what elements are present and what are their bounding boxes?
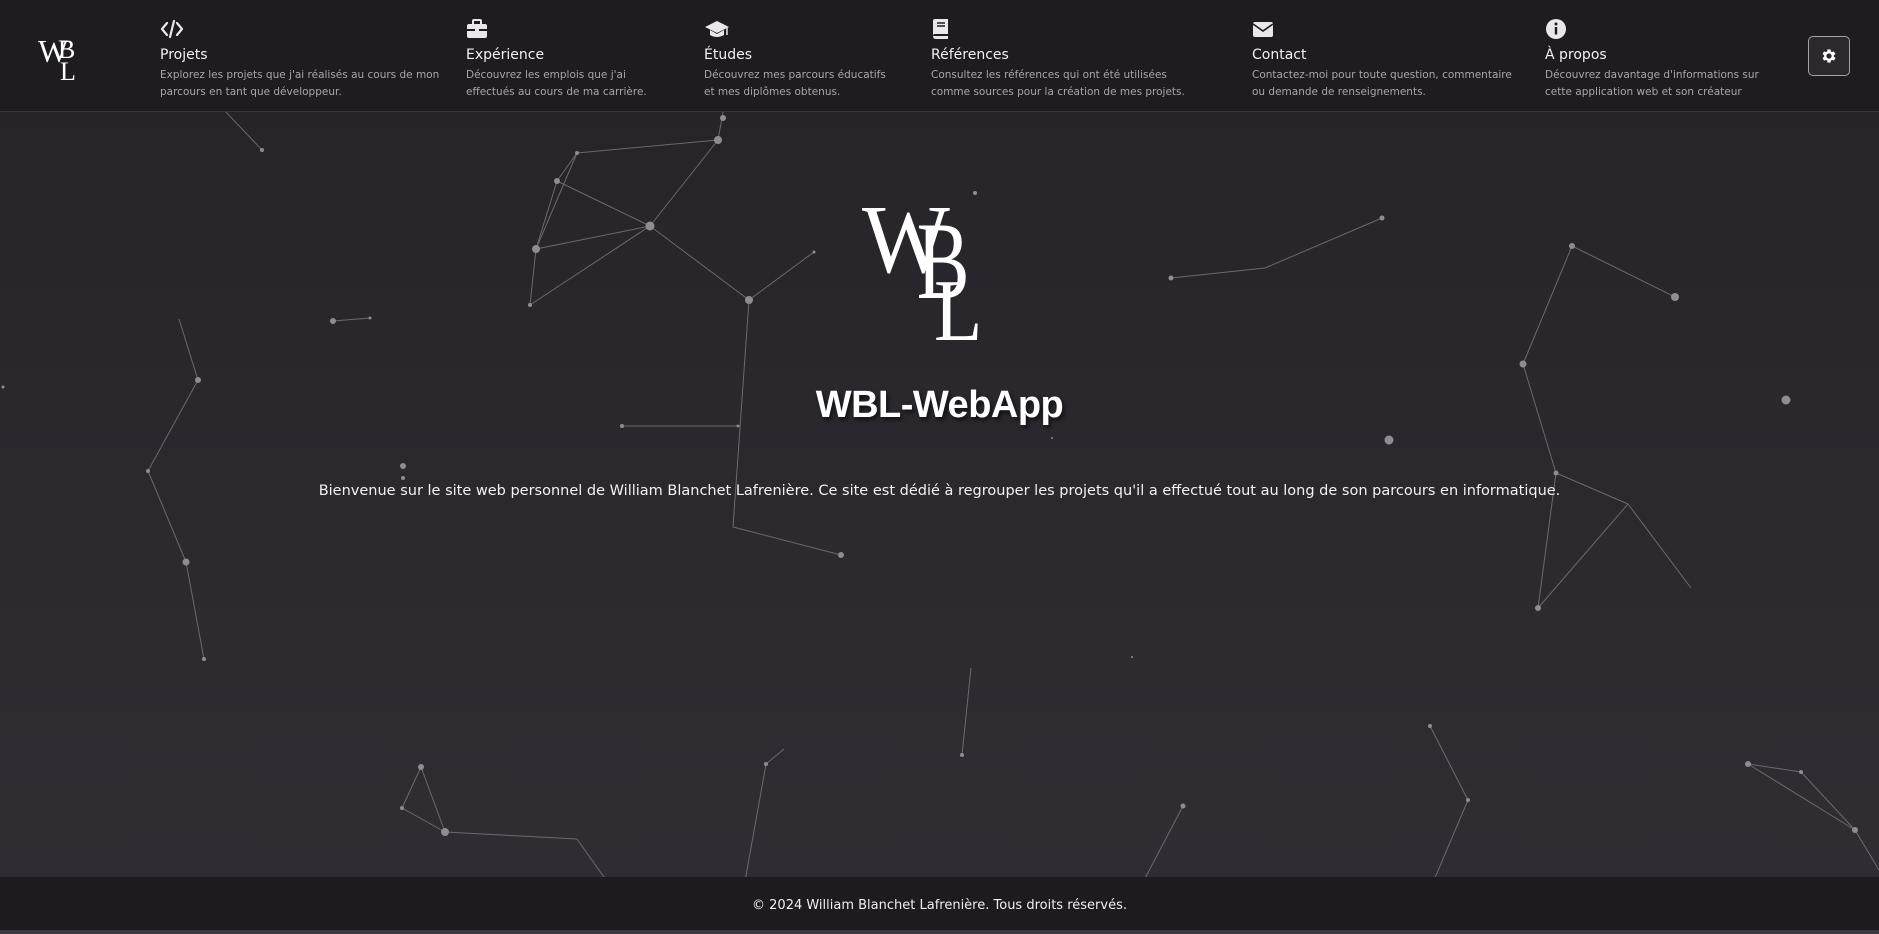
book-icon: [931, 18, 953, 40]
nav-item-references[interactable]: Références Consultez les références qui …: [931, 18, 1201, 101]
settings-button[interactable]: [1808, 36, 1850, 76]
code-icon: [160, 18, 184, 40]
nav-item-description: Découvrez les emplois que j'ai effectués…: [466, 69, 647, 98]
nav-item-title: Projets: [160, 47, 208, 63]
nav-item-experience[interactable]: Expérience Découvrez les emplois que j'a…: [466, 18, 666, 101]
wbl-logo-icon: W B L: [38, 33, 76, 86]
nav-item-projets[interactable]: Projets Explorez les projets que j'ai ré…: [160, 18, 450, 101]
info-circle-icon: [1545, 18, 1567, 40]
particle-network-background: [0, 0, 1879, 934]
bottom-edge: [0, 930, 1879, 934]
welcome-text: Bienvenue sur le site web personnel de W…: [318, 483, 1561, 499]
nav-item-description: Contactez-moi pour toute question, comme…: [1252, 69, 1512, 98]
svg-text:L: L: [934, 262, 982, 350]
top-navbar: W B L Projets Explorez les projets que j…: [0, 0, 1879, 112]
graduation-cap-icon: [704, 18, 729, 40]
nav-item-title: Expérience: [466, 47, 545, 63]
gear-icon: [1822, 49, 1836, 63]
nav-item-description: Découvrez mes parcours éducatifs et mes …: [704, 69, 886, 98]
footer: © 2024 William Blanchet Lafrenière. Tous…: [0, 877, 1879, 934]
nav-item-title: Références: [931, 47, 1009, 63]
nav-item-a-propos[interactable]: À propos Découvrez davantage d'informati…: [1545, 18, 1785, 101]
nav-item-title: Études: [704, 47, 753, 63]
copyright-text: © 2024 William Blanchet Lafrenière. Tous…: [752, 898, 1127, 913]
nav-item-contact[interactable]: Contact Contactez-moi pour toute questio…: [1252, 18, 1517, 101]
nav-item-description: Explorez les projets que j'ai réalisés a…: [160, 69, 440, 98]
envelope-icon: [1252, 18, 1274, 40]
nav-item-etudes[interactable]: Études Découvrez mes parcours éducatifs …: [704, 18, 894, 101]
hero-logo: W B L: [862, 180, 1012, 360]
brand-logo[interactable]: W B L: [36, 28, 92, 88]
svg-text:L: L: [60, 57, 76, 86]
nav-item-title: Contact: [1252, 47, 1307, 63]
nav-item-description: Consultez les références qui ont été uti…: [931, 69, 1185, 98]
nav-item-description: Découvrez davantage d'informations sur c…: [1545, 69, 1759, 98]
nav-item-title: À propos: [1545, 47, 1607, 63]
briefcase-icon: [466, 18, 488, 40]
page-title: WBL-WebApp: [815, 384, 1064, 426]
